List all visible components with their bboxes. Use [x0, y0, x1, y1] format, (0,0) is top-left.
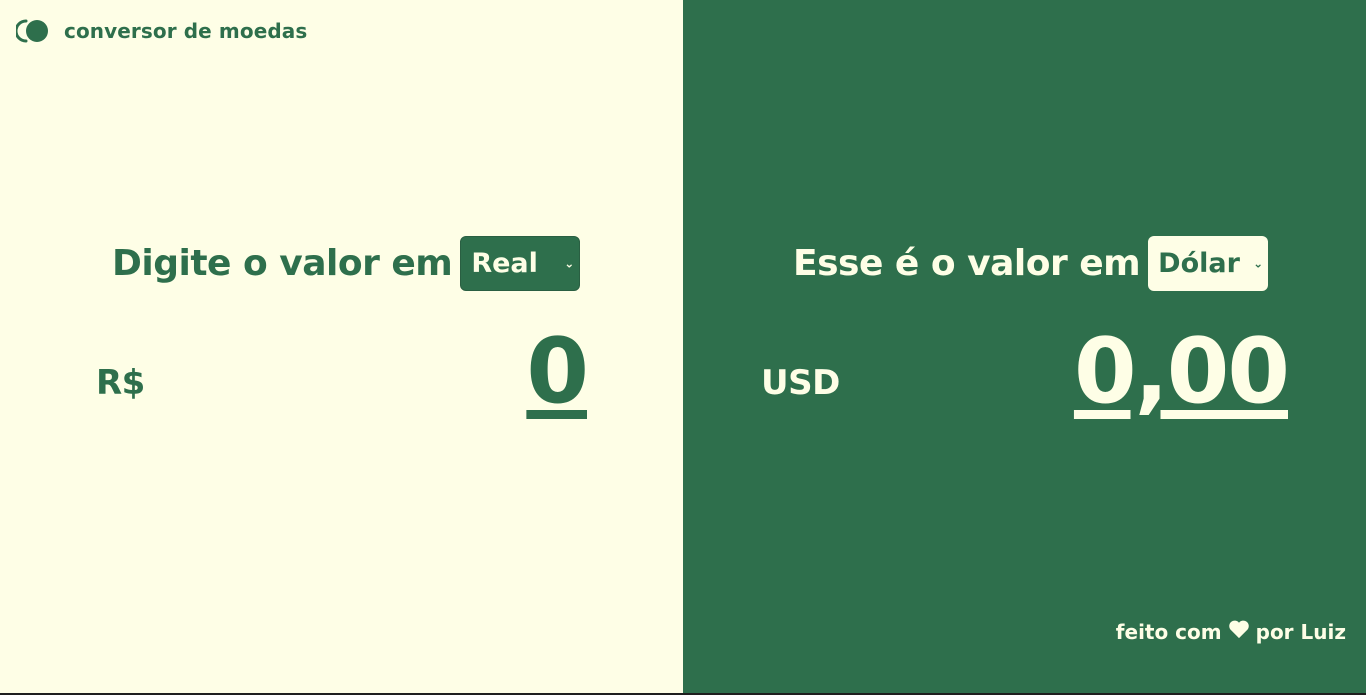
footer-suffix: por Luiz — [1255, 620, 1346, 644]
chevron-down-icon: ⌄ — [1253, 255, 1264, 270]
target-currency-select[interactable]: Dólar ⌄ — [1148, 236, 1269, 291]
chevron-down-icon: ⌄ — [564, 255, 575, 270]
footer-prefix: feito com — [1115, 620, 1222, 644]
heart-icon — [1228, 620, 1250, 644]
toggle-icon — [16, 18, 50, 44]
target-currency-value: Dólar — [1158, 248, 1240, 279]
app: conversor de moedas Digite o valor em Re… — [0, 0, 1366, 695]
source-amount-input[interactable]: 0 — [526, 318, 589, 426]
target-heading: Esse é o valor em — [793, 243, 1141, 284]
target-panel: Esse é o valor em Dólar ⌄ USD 0,00 feito… — [683, 0, 1366, 693]
source-heading-row: Digite o valor em Real ⌄ — [112, 236, 581, 291]
target-currency-symbol: USD — [761, 363, 840, 403]
brand-name: conversor de moedas — [64, 19, 308, 43]
source-currency-symbol: R$ — [96, 363, 145, 403]
source-heading: Digite o valor em — [112, 243, 453, 284]
target-heading-row: Esse é o valor em Dólar ⌄ — [793, 236, 1269, 291]
brand: conversor de moedas — [16, 18, 307, 44]
source-currency-select[interactable]: Real ⌄ — [460, 236, 581, 291]
footer-credit: feito com por Luiz — [1116, 620, 1346, 644]
source-currency-value: Real — [471, 248, 538, 279]
target-amount-value: 0,00 — [1073, 319, 1290, 424]
source-panel: conversor de moedas Digite o valor em Re… — [0, 0, 683, 693]
